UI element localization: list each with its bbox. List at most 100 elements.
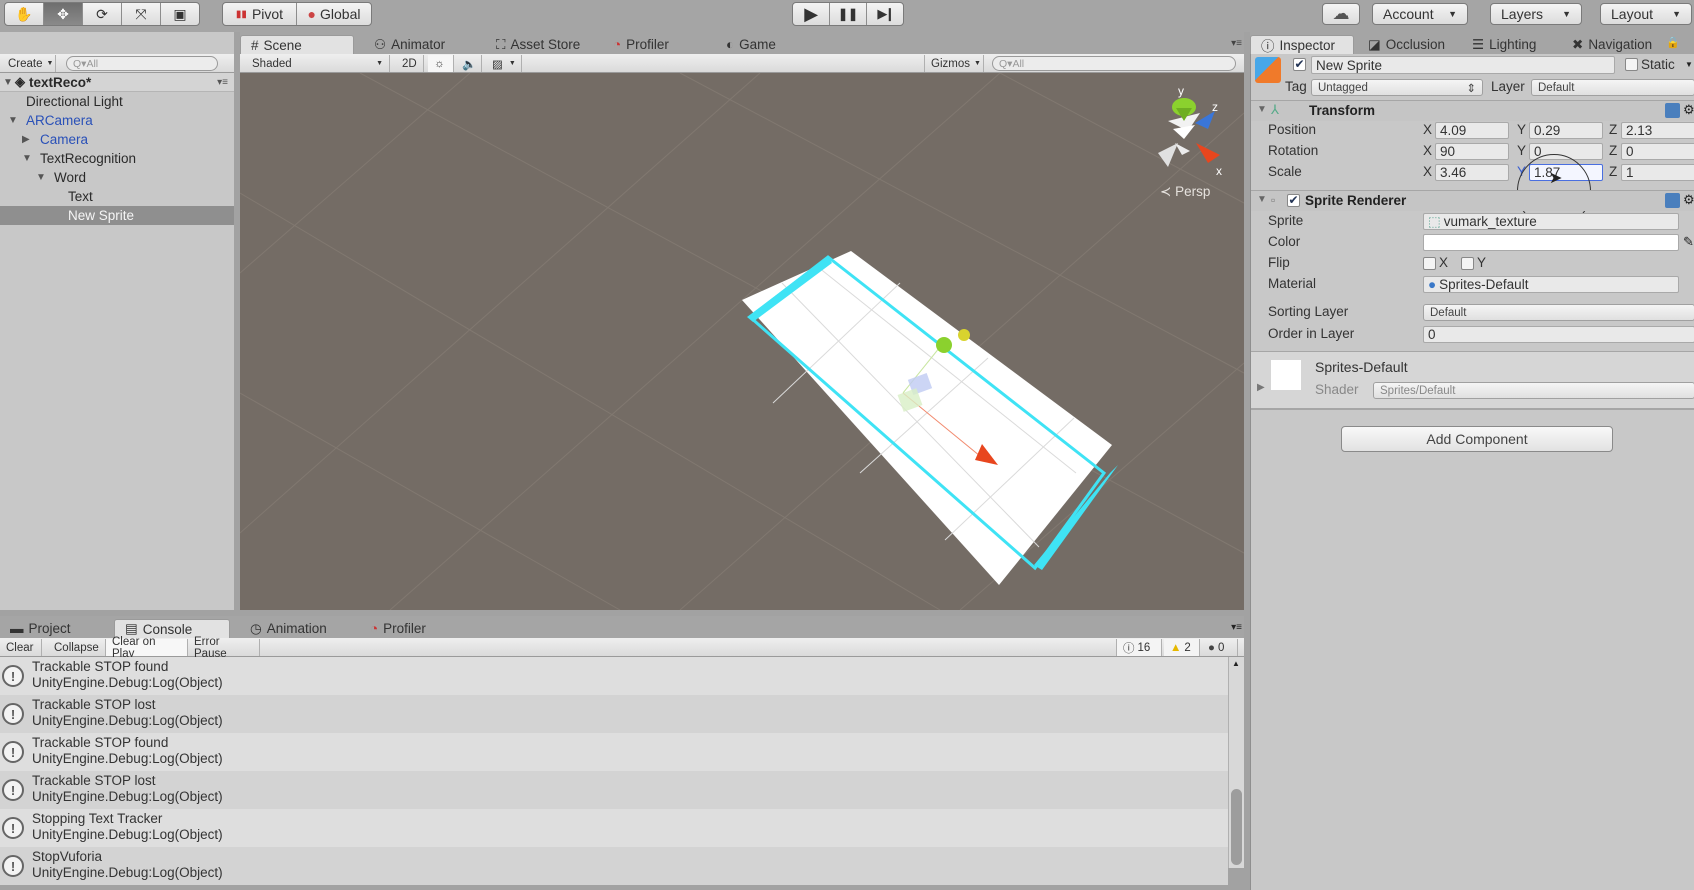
- flip-y-checkbox[interactable]: [1461, 257, 1474, 270]
- warning-filter-toggle[interactable]: ▲ 2: [1164, 639, 1200, 656]
- hierarchy-item[interactable]: ▼ TextRecognition: [0, 149, 234, 168]
- transform-header[interactable]: ▼ ⅄ Transform ⚙: [1251, 100, 1694, 121]
- error-pause-toggle[interactable]: Error Pause: [188, 636, 260, 660]
- tab-animator[interactable]: ⚇ Animator: [364, 35, 455, 54]
- flip-x-checkbox[interactable]: [1423, 257, 1436, 270]
- account-dropdown[interactable]: Account ▼: [1372, 3, 1468, 25]
- y-axis-arrow-icon[interactable]: [936, 337, 952, 353]
- rotation-z-input[interactable]: 0: [1621, 143, 1694, 160]
- panel-menu-icon[interactable]: ▾≡: [1231, 622, 1242, 633]
- axis-label-z[interactable]: Z: [1609, 143, 1617, 158]
- z-axis-arrow-icon[interactable]: [958, 329, 970, 341]
- hierarchy-item[interactable]: New Sprite: [0, 206, 234, 225]
- axis-label-y[interactable]: Y: [1517, 122, 1526, 137]
- gear-icon[interactable]: ⚙: [1683, 192, 1694, 208]
- console-scrollbar[interactable]: ▲: [1228, 657, 1244, 868]
- help-icon[interactable]: [1665, 103, 1680, 118]
- tab-lighting[interactable]: ☰ Lighting: [1462, 35, 1546, 54]
- projection-toggle[interactable]: ≺ Persp: [1160, 184, 1210, 200]
- sprite-plane[interactable]: [742, 251, 1112, 585]
- layout-dropdown[interactable]: Layout ▼: [1600, 3, 1692, 25]
- log-entry[interactable]: ! Stopping Text Tracker UnityEngine.Debug:…: [0, 809, 1228, 847]
- log-entry[interactable]: ! StopVuforia UnityEngine.Debug:Log(Object…: [0, 847, 1228, 885]
- help-icon[interactable]: [1665, 193, 1680, 208]
- static-dropdown-icon[interactable]: ▼: [1685, 60, 1693, 69]
- order-in-layer-input[interactable]: 0: [1423, 326, 1694, 343]
- pivot-button[interactable]: ▮▮ Pivot: [223, 3, 297, 25]
- tab-animation[interactable]: ◷ Animation: [240, 619, 337, 638]
- sprite-field[interactable]: ⬚ vumark_texture: [1423, 213, 1679, 230]
- tag-dropdown[interactable]: Untagged ⇕: [1311, 79, 1483, 96]
- scrollbar-thumb[interactable]: [1231, 789, 1242, 865]
- collapse-arrow-icon[interactable]: ▼: [1257, 104, 1267, 115]
- log-entry[interactable]: ! Trackable STOP found UnityEngine.Debug:L…: [0, 657, 1228, 695]
- active-checkbox[interactable]: ✔: [1293, 58, 1306, 71]
- collapse-toggle[interactable]: Collapse: [48, 639, 106, 656]
- scene-root-row[interactable]: ▼ ◈ textReco* ▾≡: [0, 73, 234, 92]
- log-entry[interactable]: ! Trackable STOP found UnityEngine.Debug:L…: [0, 733, 1228, 771]
- layer-dropdown[interactable]: Default: [1531, 79, 1694, 96]
- error-filter-toggle[interactable]: ● 0: [1202, 639, 1238, 656]
- hierarchy-search-input[interactable]: Q▾All: [66, 56, 218, 71]
- orientation-gizmo[interactable]: y z x: [1158, 84, 1222, 178]
- shader-dropdown[interactable]: Sprites/Default: [1373, 382, 1694, 399]
- axis-label-x[interactable]: X: [1423, 164, 1432, 179]
- 2d-toggle[interactable]: 2D: [396, 55, 424, 72]
- axis-label-z[interactable]: Z: [1609, 122, 1617, 137]
- scale-z-input[interactable]: 1: [1621, 164, 1694, 181]
- position-x-input[interactable]: 4.09: [1435, 122, 1509, 139]
- layers-dropdown[interactable]: Layers ▼: [1490, 3, 1582, 25]
- lighting-toggle[interactable]: ☼: [428, 55, 454, 72]
- axis-label-y[interactable]: Y: [1517, 143, 1526, 158]
- axis-label-z[interactable]: Z: [1609, 164, 1617, 179]
- scene-search-input[interactable]: Q▾All: [992, 56, 1236, 71]
- axis-label-x[interactable]: X: [1423, 143, 1432, 158]
- expand-arrow-icon[interactable]: ▼: [22, 153, 34, 164]
- gear-icon[interactable]: ⚙: [1683, 102, 1694, 118]
- move-tool-button[interactable]: ✥: [44, 3, 83, 25]
- create-dropdown[interactable]: Create ▼: [2, 55, 56, 72]
- hierarchy-item[interactable]: Text: [0, 187, 234, 206]
- clear-on-play-toggle[interactable]: Clear on Play: [106, 636, 188, 660]
- panel-menu-icon[interactable]: ▾≡: [1231, 38, 1242, 49]
- static-checkbox[interactable]: [1625, 58, 1638, 71]
- info-filter-toggle[interactable]: ⓘ 16: [1116, 639, 1162, 656]
- hierarchy-item[interactable]: ▼ ARCamera: [0, 111, 234, 130]
- global-button[interactable]: ● Global: [297, 3, 371, 25]
- tab-inspector[interactable]: ⓘ Inspector: [1250, 35, 1354, 54]
- shading-mode-dropdown[interactable]: Shaded ▼: [246, 55, 390, 72]
- tab-project[interactable]: ▬ Project: [0, 619, 81, 638]
- tab-occlusion[interactable]: ◪ Occlusion: [1358, 35, 1455, 54]
- expand-arrow-icon[interactable]: ▼: [3, 77, 15, 88]
- gizmos-dropdown[interactable]: Gizmos ▼: [924, 55, 984, 72]
- position-z-input[interactable]: 2.13: [1621, 122, 1694, 139]
- material-field[interactable]: ● Sprites-Default: [1423, 276, 1679, 293]
- position-y-input[interactable]: 0.29: [1529, 122, 1603, 139]
- scene-viewport[interactable]: y z x ≺ Persp: [240, 73, 1244, 610]
- eyedropper-icon[interactable]: ✎: [1683, 234, 1694, 250]
- log-entry[interactable]: ! Trackable STOP lost UnityEngine.Debug:Lo…: [0, 771, 1228, 809]
- hierarchy-item[interactable]: Directional Light: [0, 92, 234, 111]
- add-component-button[interactable]: Add Component: [1341, 426, 1613, 452]
- sprite-renderer-header[interactable]: ▼ ▫ ✔ Sprite Renderer ⚙: [1251, 190, 1694, 211]
- expand-arrow-icon[interactable]: ▶: [22, 134, 34, 145]
- tab-game[interactable]: ◐ Game: [716, 35, 786, 54]
- sorting-layer-dropdown[interactable]: Default: [1423, 304, 1694, 321]
- rotation-x-input[interactable]: 90: [1435, 143, 1509, 160]
- tab-scene[interactable]: # Scene: [240, 35, 354, 54]
- expand-arrow-icon[interactable]: ▼: [8, 115, 20, 126]
- hand-tool-button[interactable]: ✋: [5, 3, 44, 25]
- rotate-tool-button[interactable]: ⟳: [83, 3, 122, 25]
- lock-icon[interactable]: 🔒: [1666, 36, 1680, 49]
- audio-toggle[interactable]: 🔈: [456, 55, 482, 72]
- axis-label-x[interactable]: X: [1423, 122, 1432, 137]
- expand-arrow-icon[interactable]: ▼: [36, 172, 48, 183]
- scale-x-input[interactable]: 3.46: [1435, 164, 1509, 181]
- step-button[interactable]: ▶❙: [867, 3, 903, 25]
- cloud-button[interactable]: ☁: [1322, 3, 1360, 25]
- sprite-renderer-enabled-checkbox[interactable]: ✔: [1287, 194, 1300, 207]
- tab-navigation[interactable]: ✖ Navigation: [1562, 35, 1662, 54]
- color-swatch[interactable]: [1423, 234, 1679, 251]
- play-button[interactable]: ▶: [793, 3, 831, 25]
- effects-dropdown[interactable]: ▨ ▼: [486, 55, 522, 72]
